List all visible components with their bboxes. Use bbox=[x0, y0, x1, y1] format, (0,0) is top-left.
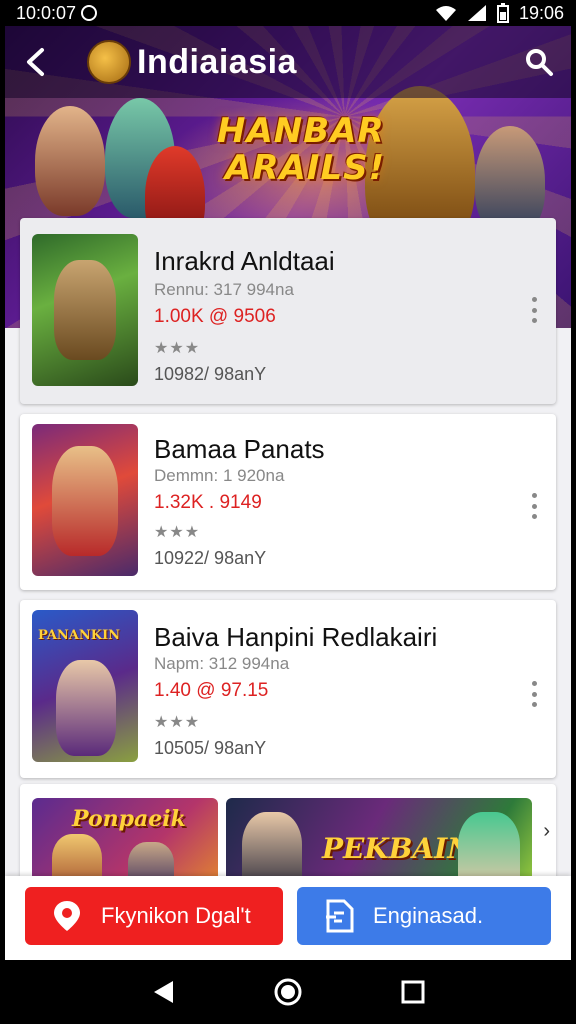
status-bar: 10:0:07 19:06 bbox=[0, 0, 576, 26]
more-options-button[interactable] bbox=[524, 294, 544, 326]
signal-icon bbox=[467, 5, 486, 21]
game-subtitle: Rennu: 317 994na bbox=[154, 280, 294, 299]
secondary-action-button[interactable]: Enginasad. bbox=[297, 887, 551, 945]
game-download-count: 10505/ 98anY bbox=[154, 738, 267, 758]
game-thumbnail: PANANKIN bbox=[32, 610, 138, 762]
battery-icon bbox=[496, 3, 509, 23]
game-thumbnail bbox=[32, 424, 138, 576]
hero-character bbox=[35, 106, 105, 216]
more-vert-icon bbox=[531, 681, 537, 686]
game-download-count: 10982/ 98anY bbox=[154, 364, 267, 384]
game-price: 1.32K . 9149 bbox=[154, 492, 262, 513]
more-vert-icon bbox=[531, 297, 537, 302]
promo-banner-label: Ponpaeik bbox=[72, 806, 186, 832]
game-title: Baiva Hanpini Redlakairi bbox=[154, 622, 438, 652]
system-nav-bar bbox=[0, 960, 576, 1024]
app-logo bbox=[87, 40, 131, 84]
game-rating: ★★★ bbox=[154, 340, 201, 357]
more-options-button[interactable] bbox=[524, 490, 544, 522]
game-rating: ★★★ bbox=[154, 524, 201, 541]
game-card[interactable]: Bamaa Panats Demmn: 1 920na 1.32K . 9149… bbox=[20, 414, 556, 590]
document-icon bbox=[319, 896, 359, 936]
game-card[interactable]: PANANKIN Baiva Hanpini Redlakairi Napm: … bbox=[20, 600, 556, 778]
app-title: Indiaiasia bbox=[137, 42, 297, 81]
promo-banner-label: PEKBAIN bbox=[322, 832, 473, 865]
status-time-right: 19:06 bbox=[518, 2, 564, 23]
game-price: 1.40 @ 97.15 bbox=[154, 680, 269, 701]
circle-home-icon bbox=[274, 978, 302, 1006]
game-card[interactable]: Inrakrd Anldtaai Rennu: 317 994na 1.00K … bbox=[20, 218, 556, 404]
hero-title-line2: ARAILS! bbox=[225, 148, 386, 188]
secondary-action-label: Enginasad. bbox=[373, 903, 484, 928]
hero-title-line1: HANBAR bbox=[217, 111, 385, 151]
app-bar: Indiaiasia bbox=[5, 26, 571, 98]
wifi-icon bbox=[435, 6, 456, 21]
more-vert-icon bbox=[531, 493, 537, 498]
game-title: Bamaa Panats bbox=[154, 434, 325, 464]
chevron-right-icon[interactable]: › bbox=[543, 820, 550, 843]
game-thumbnail bbox=[32, 234, 138, 386]
primary-action-label: Fkynikon Dgal't bbox=[101, 903, 251, 928]
nav-back-button[interactable] bbox=[143, 972, 183, 1012]
app-screen: HANBAR ARAILS! Indiaiasia Inrakrd Anldta… bbox=[5, 26, 571, 960]
bottom-action-bar: Fkynikon Dgal't Enginasad. bbox=[5, 876, 571, 960]
triangle-back-icon bbox=[153, 981, 173, 1003]
back-button[interactable] bbox=[5, 26, 65, 98]
game-rating: ★★★ bbox=[154, 714, 201, 731]
search-icon bbox=[526, 49, 553, 76]
nav-home-button[interactable] bbox=[268, 972, 308, 1012]
more-options-button[interactable] bbox=[524, 678, 544, 710]
square-recents-icon bbox=[401, 980, 425, 1004]
search-button[interactable] bbox=[521, 44, 557, 80]
game-subtitle: Napm: 312 994na bbox=[154, 654, 290, 673]
game-price: 1.00K @ 9506 bbox=[154, 306, 276, 327]
game-download-count: 10922/ 98anY bbox=[154, 548, 267, 568]
game-title: Inrakrd Anldtaai bbox=[154, 246, 335, 276]
primary-action-button[interactable]: Fkynikon Dgal't bbox=[25, 887, 283, 945]
clock-icon bbox=[81, 5, 98, 21]
arrow-left-icon bbox=[27, 48, 44, 76]
nav-recents-button[interactable] bbox=[393, 972, 433, 1012]
game-subtitle: Demmn: 1 920na bbox=[154, 466, 285, 485]
status-time-left: 10:0:07 bbox=[16, 2, 77, 23]
location-pin-icon bbox=[47, 896, 87, 936]
